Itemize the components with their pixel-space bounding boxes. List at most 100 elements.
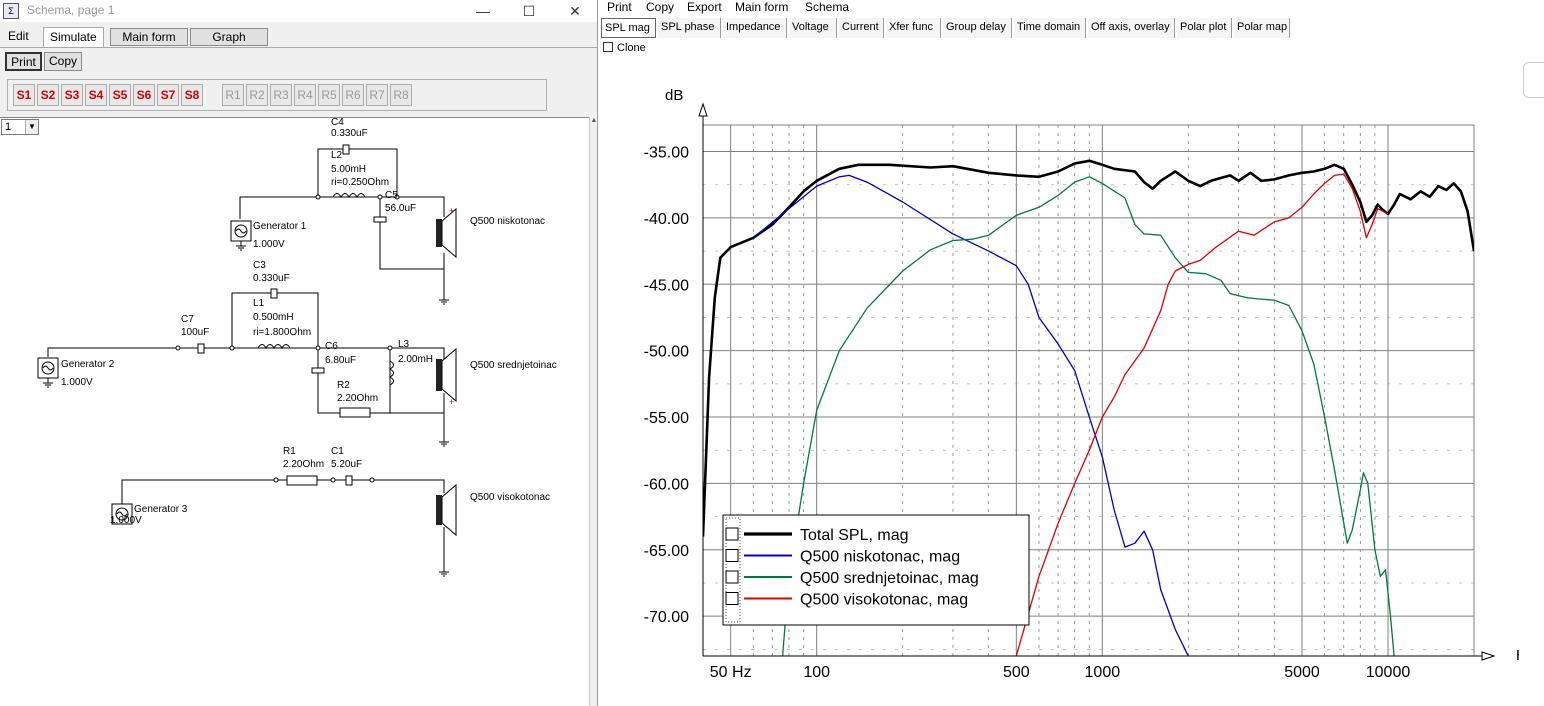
menu-export[interactable]: Export xyxy=(687,0,722,15)
r1-value: 2.20Ohm xyxy=(283,459,325,470)
c4-value: 0.330uF xyxy=(331,128,368,139)
y-tick-label: -35.00 xyxy=(644,145,689,162)
tab-xfer-func[interactable]: Xfer func xyxy=(886,18,941,38)
y-tick-label: -60.00 xyxy=(644,476,689,493)
s5-button[interactable]: S5 xyxy=(109,84,131,106)
s8-button[interactable]: S8 xyxy=(181,84,203,106)
inductor-l2-symbol xyxy=(332,193,366,199)
page-select[interactable]: 1 ▼ xyxy=(1,119,39,135)
wire xyxy=(121,479,445,505)
legend-label: Q500 niskotonac, mag xyxy=(800,549,960,566)
legend-label: Q500 srednjetoinac, mag xyxy=(800,570,979,587)
gen1-value: 1.000V xyxy=(253,239,285,250)
capacitor-c7-symbol xyxy=(197,343,205,354)
tab-time-domain[interactable]: Time domain xyxy=(1014,18,1086,38)
l1-value: 0.500mH xyxy=(253,312,294,323)
x-tick-label: 10000 xyxy=(1366,664,1411,681)
r2-button[interactable]: R2 xyxy=(246,84,268,106)
spl-magnitude-chart: dB Hz -35.00 -40.00 -45.00 -50.00 -55.00 -60.00… xyxy=(644,87,1519,681)
l1-ri: ri=1.800Ohm xyxy=(253,327,312,338)
resistor-r2-symbol xyxy=(339,407,371,418)
maximize-icon[interactable]: ☐ xyxy=(506,0,552,22)
c3-value: 0.330uF xyxy=(253,273,290,284)
x-tick-label: 1000 xyxy=(1085,664,1121,681)
r1-button[interactable]: R1 xyxy=(222,84,244,106)
y-tick-label: -55.00 xyxy=(644,410,689,427)
r4-button[interactable]: R4 xyxy=(294,84,316,106)
s1-button[interactable]: S1 xyxy=(13,84,35,106)
tab-edit[interactable]: Edit xyxy=(2,27,35,47)
copy-button[interactable]: Copy xyxy=(44,52,82,71)
minimize-icon[interactable]: — xyxy=(460,0,506,22)
s3-button[interactable]: S3 xyxy=(61,84,83,106)
graph-button[interactable]: Graph xyxy=(190,28,268,46)
menu-main-form[interactable]: Main form xyxy=(735,0,788,15)
c1-value: 5.20uF xyxy=(331,459,363,470)
capacitor-c5-symbol xyxy=(373,216,387,223)
tab-impedance[interactable]: Impedance xyxy=(723,18,787,38)
r2-name: R2 xyxy=(337,380,350,391)
schematic-canvas[interactable]: + + xyxy=(0,117,589,706)
x-axis-title: Hz xyxy=(1516,647,1519,664)
schema-title-bar: Σ Schema, page 1 — ☐ ✕ xyxy=(0,0,597,22)
print-button[interactable]: Print xyxy=(5,52,42,71)
chevron-down-icon[interactable]: ▼ xyxy=(25,120,38,134)
l3-name: L3 xyxy=(398,339,410,350)
legend-label: Total SPL, mag xyxy=(800,527,909,544)
s2-button[interactable]: S2 xyxy=(37,84,59,106)
speaker-3-label: Q500 visokotonac xyxy=(470,492,551,503)
x-axis-arrow-icon xyxy=(1481,651,1496,661)
schema-window: Σ Schema, page 1 — ☐ ✕ Edit Simulate Mai… xyxy=(0,0,598,706)
y-axis-title: dB xyxy=(665,87,683,104)
clone-label: Clone xyxy=(617,42,646,54)
x-tick-label: 5000 xyxy=(1284,664,1320,681)
tab-spl-mag[interactable]: SPL mag xyxy=(601,18,656,38)
y-tick-label: -45.00 xyxy=(644,277,689,294)
schematic-scrollbar[interactable]: ▲ xyxy=(589,117,597,706)
clone-checkbox[interactable] xyxy=(603,42,613,52)
s4-button[interactable]: S4 xyxy=(85,84,107,106)
menu-print[interactable]: Print xyxy=(607,0,632,15)
menu-copy[interactable]: Copy xyxy=(646,0,674,15)
legend-checkbox xyxy=(725,592,739,605)
capacitor-c4-symbol xyxy=(342,144,350,155)
capacitor-c6-symbol xyxy=(311,367,325,374)
y-tick-label: -50.00 xyxy=(644,344,689,361)
r5-button[interactable]: R5 xyxy=(318,84,340,106)
l2-value: 5.00mH xyxy=(331,164,367,175)
c7-value: 100uF xyxy=(181,327,210,338)
c6-name: C6 xyxy=(325,341,338,352)
r6-button[interactable]: R6 xyxy=(342,84,364,106)
c4-name: C4 xyxy=(331,117,344,128)
main-form-button[interactable]: Main form xyxy=(110,28,188,46)
close-icon[interactable]: ✕ xyxy=(552,0,597,22)
x-tick-label: 50 Hz xyxy=(710,664,752,681)
s7-button[interactable]: S7 xyxy=(157,84,179,106)
gen2-value: 1.000V xyxy=(61,377,93,388)
r8-button[interactable]: R8 xyxy=(390,84,412,106)
clone-option[interactable]: Clone xyxy=(603,42,646,54)
tab-simulate[interactable]: Simulate xyxy=(43,27,104,47)
c7-name: C7 xyxy=(181,314,194,325)
r3-button[interactable]: R3 xyxy=(270,84,292,106)
r7-button[interactable]: R7 xyxy=(366,84,388,106)
tab-current[interactable]: Current xyxy=(839,18,884,38)
tab-polar-plot[interactable]: Polar plot xyxy=(1177,18,1232,38)
y-tick-label: -40.00 xyxy=(644,211,689,228)
side-panel-handle[interactable] xyxy=(1523,62,1544,98)
graph-menu-bar: Print Copy Export Main form Schema xyxy=(599,0,1544,16)
tab-group-delay[interactable]: Group delay xyxy=(943,18,1012,38)
graph-window: Print Copy Export Main form Schema SPL m… xyxy=(599,0,1544,706)
capacitor-c3-symbol xyxy=(270,288,278,299)
inductor-l1-symbol xyxy=(257,344,291,350)
menu-schema[interactable]: Schema xyxy=(805,0,849,15)
resistor-r1-symbol xyxy=(286,475,318,486)
tab-spl-phase[interactable]: SPL phase xyxy=(658,18,721,38)
c5-value: 56.0uF xyxy=(385,203,417,214)
tab-voltage[interactable]: Voltage xyxy=(789,18,837,38)
tab-polar-map[interactable]: Polar map xyxy=(1234,18,1290,38)
s6-button[interactable]: S6 xyxy=(133,84,155,106)
tab-off-axis-overlay[interactable]: Off axis, overlay xyxy=(1088,18,1175,38)
c6-value: 6.80uF xyxy=(325,355,357,366)
gen3-value: 1.000V xyxy=(110,515,142,526)
